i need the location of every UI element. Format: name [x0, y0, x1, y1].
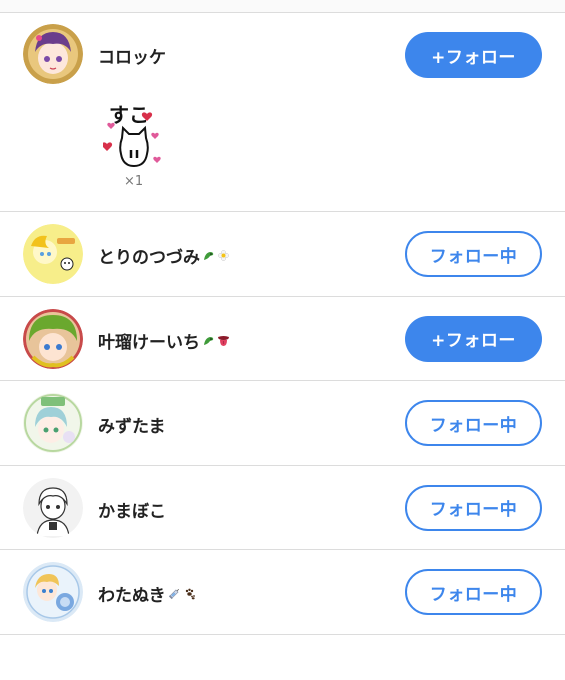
monochrome-sketch-avatar-icon[interactable]: [23, 477, 83, 538]
user-name[interactable]: わたぬき: [98, 581, 196, 606]
list-item: かまぼこ フォロー中: [0, 466, 565, 550]
following-button[interactable]: フォロー中: [405, 569, 542, 615]
list-item: わたぬき フォロー中: [0, 550, 565, 635]
user-list: コロッケ +フォロー すこ ×1 とりのつづみ フォロー中 叶瑠けーいち +フォ…: [0, 13, 565, 635]
reaction-count: ×1: [124, 174, 144, 189]
top-divider: [0, 0, 565, 13]
following-button[interactable]: フォロー中: [405, 484, 542, 531]
green-hair-avatar-icon[interactable]: [23, 308, 83, 369]
user-name[interactable]: みずたま: [98, 412, 166, 437]
user-name[interactable]: かまぼこ: [98, 497, 166, 522]
list-item: 叶瑠けーいち +フォロー: [0, 297, 565, 381]
following-button[interactable]: フォロー中: [405, 231, 542, 277]
follow-button[interactable]: +フォロー: [405, 32, 542, 78]
blue-circle-avatar-icon[interactable]: [23, 562, 83, 622]
user-name[interactable]: とりのつづみ: [98, 243, 230, 268]
user-name[interactable]: 叶瑠けーいち: [98, 328, 230, 353]
paw-prints-icon: [185, 588, 195, 600]
flower-icon: [218, 250, 229, 261]
tongue-icon: [218, 335, 229, 346]
pink-purple-hair-avatar-icon[interactable]: [23, 24, 83, 84]
parrot-icon: [204, 252, 214, 260]
list-item: みずたま フォロー中: [0, 381, 565, 466]
list-item: とりのつづみ フォロー中: [0, 212, 565, 297]
follow-button[interactable]: +フォロー: [405, 315, 542, 362]
parrot-icon: [204, 336, 214, 345]
cat-hearts-stamp-icon[interactable]: すこ: [101, 100, 165, 172]
user-name[interactable]: コロッケ: [98, 43, 166, 68]
list-item: コロッケ +フォロー すこ ×1: [0, 13, 565, 212]
yellow-character-avatar-icon[interactable]: [23, 224, 83, 284]
green-frame-avatar-icon[interactable]: [23, 393, 83, 453]
following-button[interactable]: フォロー中: [405, 400, 542, 446]
syringe-icon: [168, 588, 179, 600]
